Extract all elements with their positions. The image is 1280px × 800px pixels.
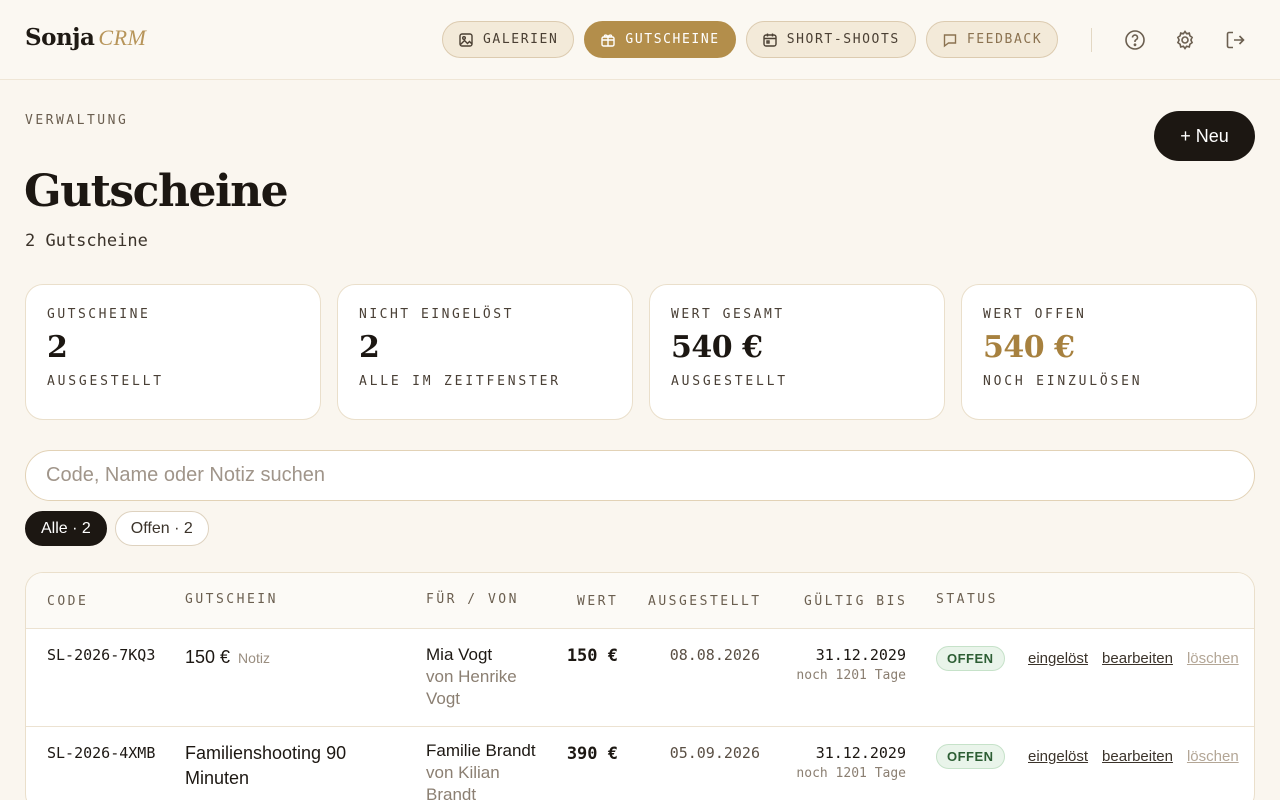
issued-date: 08.08.2026 <box>669 646 760 664</box>
nav-short-shoots[interactable]: SHORT-SHOOTS <box>745 21 916 58</box>
nav-galerien[interactable]: GALERIEN <box>442 21 575 58</box>
stat-value: 540 € <box>983 330 1075 365</box>
stat-label: GUTSCHEINE <box>47 307 151 322</box>
logout-icon[interactable] <box>1224 29 1246 51</box>
recipient-cell: Familie Brandt von Kilian Brandt <box>426 740 536 800</box>
table-row[interactable]: SL-2026-7KQ3 150 € Notiz Mia Vogt von Hen… <box>26 629 1254 727</box>
column-header-issued[interactable]: AUSGESTELLT <box>648 594 762 609</box>
stat-card-wert-gesamt: WERT GESAMT 540 € AUSGESTELLT <box>649 284 945 420</box>
voucher-code: SL-2026-7KQ3 <box>47 646 156 664</box>
voucher-value: 390 € <box>566 744 618 764</box>
stat-label: WERT GESAMT <box>671 307 785 322</box>
recipient-name: Familie Brandt <box>426 741 536 760</box>
page-title: Gutscheine <box>24 166 289 217</box>
voucher-name-cell: 150 € Notiz <box>185 645 395 670</box>
issued-date: 05.09.2026 <box>669 744 760 762</box>
stat-value: 2 <box>359 330 380 365</box>
page-eyebrow: VERWALTUNG <box>25 113 129 128</box>
image-icon <box>458 32 474 48</box>
delete-link[interactable]: löschen <box>1187 650 1239 667</box>
nav-galerien-label: GALERIEN <box>483 32 559 47</box>
filter-chip-alle[interactable]: Alle · 2 <box>25 511 107 546</box>
stat-foot: NOCH EINZULÖSEN <box>983 374 1143 389</box>
main-nav: GALERIEN GUTSCHEINE SHORT-SHOOTS FEEDBAC… <box>442 21 1059 58</box>
brand-suffix: CRM <box>98 25 147 50</box>
voucher-name: 150 € <box>185 647 231 667</box>
column-header-value[interactable]: WERT <box>577 594 618 609</box>
calendar-icon <box>762 32 778 48</box>
recipient-cell: Mia Vogt von Henrike Vogt <box>426 644 536 710</box>
stat-card-nicht-eingeloest: NICHT EINGELÖST 2 ALLE IM ZEITFENSTER <box>337 284 633 420</box>
recipient-name: Mia Vogt <box>426 645 493 664</box>
stats-row: GUTSCHEINE 2 AUSGESTELLT NICHT EINGELÖST… <box>25 284 1257 420</box>
valid-until-date: 31.12.2029 <box>815 744 906 762</box>
voucher-code: SL-2026-4XMB <box>47 744 156 762</box>
voucher-value: 150 € <box>566 646 618 666</box>
stat-card-gutscheine: GUTSCHEINE 2 AUSGESTELLT <box>25 284 321 420</box>
valid-until-cell: 31.12.2029 noch 1201 Tage <box>766 744 906 781</box>
new-voucher-button[interactable]: + Neu <box>1154 111 1255 161</box>
edit-link[interactable]: bearbeiten <box>1102 650 1173 667</box>
nav-feedback[interactable]: FEEDBACK <box>925 21 1059 58</box>
column-header-for-from[interactable]: FÜR / VON <box>426 592 519 607</box>
top-bar: Sonja CRM GALERIEN GUTSCHEINE SHORT-SHOOT… <box>0 0 1280 80</box>
row-actions: eingelöst bearbeiten löschen <box>1028 650 1239 667</box>
filter-chip-offen[interactable]: Offen · 2 <box>114 511 209 546</box>
page-subtitle: 2 Gutscheine <box>25 231 148 251</box>
voucher-name: Familienshooting 90 Minuten <box>185 743 347 788</box>
status-badge: OFFEN <box>936 646 1005 671</box>
vouchers-table: CODE GUTSCHEIN FÜR / VON WERT AUSGESTELL… <box>25 572 1255 800</box>
mark-redeemed-link[interactable]: eingelöst <box>1028 650 1088 667</box>
settings-icon[interactable] <box>1174 29 1196 51</box>
help-icon[interactable] <box>1124 29 1146 51</box>
column-header-code[interactable]: CODE <box>47 594 88 609</box>
days-remaining: noch 1201 Tage <box>796 766 906 781</box>
days-remaining: noch 1201 Tage <box>796 668 906 683</box>
brand-name: Sonja <box>25 24 95 51</box>
header-divider <box>1091 28 1092 52</box>
voucher-note: Notiz <box>238 650 270 666</box>
nav-gutscheine-label: GUTSCHEINE <box>625 32 720 47</box>
filter-chips: Alle · 2 Offen · 2 <box>25 511 209 546</box>
table-row[interactable]: SL-2026-4XMB Familienshooting 90 Minuten… <box>26 727 1254 800</box>
stat-card-wert-offen: WERT OFFEN 540 € NOCH EINZULÖSEN <box>961 284 1257 420</box>
column-header-valid-until[interactable]: GÜLTIG BIS <box>804 594 907 609</box>
nav-feedback-label: FEEDBACK <box>966 32 1043 47</box>
valid-until-date: 31.12.2029 <box>815 646 906 664</box>
stat-foot: AUSGESTELLT <box>47 374 164 389</box>
stat-label: WERT OFFEN <box>983 307 1087 322</box>
valid-until-cell: 31.12.2029 noch 1201 Tage <box>766 646 906 683</box>
status-badge: OFFEN <box>936 744 1005 769</box>
stat-value: 2 <box>47 330 68 365</box>
brand-logo[interactable]: Sonja CRM <box>25 24 146 51</box>
voucher-name-cell: Familienshooting 90 Minuten <box>185 741 395 791</box>
edit-link[interactable]: bearbeiten <box>1102 748 1173 765</box>
nav-gutscheine[interactable]: GUTSCHEINE <box>584 21 736 58</box>
gift-icon <box>600 32 616 48</box>
stat-foot: AUSGESTELLT <box>671 374 788 389</box>
column-header-voucher[interactable]: GUTSCHEIN <box>185 592 278 607</box>
search-input[interactable] <box>25 450 1255 501</box>
stat-label: NICHT EINGELÖST <box>359 307 514 322</box>
message-icon <box>942 32 958 48</box>
stat-value: 540 € <box>671 330 763 365</box>
row-actions: eingelöst bearbeiten löschen <box>1028 748 1239 765</box>
sender-name: von Henrike Vogt <box>426 667 517 708</box>
column-header-status[interactable]: STATUS <box>936 592 998 607</box>
delete-link[interactable]: löschen <box>1187 748 1239 765</box>
stat-foot: ALLE IM ZEITFENSTER <box>359 374 561 389</box>
mark-redeemed-link[interactable]: eingelöst <box>1028 748 1088 765</box>
sender-name: von Kilian Brandt <box>426 763 500 800</box>
table-header: CODE GUTSCHEIN FÜR / VON WERT AUSGESTELL… <box>26 573 1254 629</box>
nav-short-shoots-label: SHORT-SHOOTS <box>786 32 900 47</box>
